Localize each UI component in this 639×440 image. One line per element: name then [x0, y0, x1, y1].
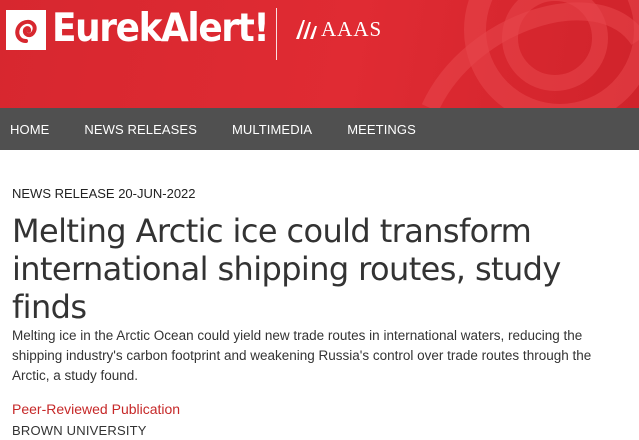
aaas-logo[interactable]: AAAS	[295, 14, 382, 44]
article-content: NEWS RELEASE 20-JUN-2022 Melting Arctic …	[0, 186, 639, 440]
aaas-logo-text: AAAS	[321, 16, 383, 41]
article-headline: Melting Arctic ice could transform inter…	[12, 212, 561, 326]
main-nav: HOME NEWS RELEASES MULTIMEDIA MEETINGS	[0, 108, 639, 150]
nav-item-news-releases[interactable]: NEWS RELEASES	[84, 122, 197, 137]
article-summary: Melting ice in the Arctic Ocean could yi…	[12, 328, 592, 383]
nav-item-home[interactable]: HOME	[10, 122, 49, 137]
nav-item-multimedia[interactable]: MULTIMEDIA	[232, 122, 312, 137]
nav-item-meetings[interactable]: MEETINGS	[347, 122, 416, 137]
institution-name: BROWN UNIVERSITY	[12, 423, 147, 438]
aaas-logo-icon	[296, 20, 317, 39]
article-dateline: NEWS RELEASE 20-JUN-2022	[12, 186, 196, 201]
site-header: EurekAlert! AAAS	[0, 0, 639, 108]
logo-divider	[276, 8, 277, 60]
site-logo-text[interactable]: EurekAlert!	[52, 3, 270, 55]
eurekalert-logo-icon[interactable]	[6, 10, 46, 50]
